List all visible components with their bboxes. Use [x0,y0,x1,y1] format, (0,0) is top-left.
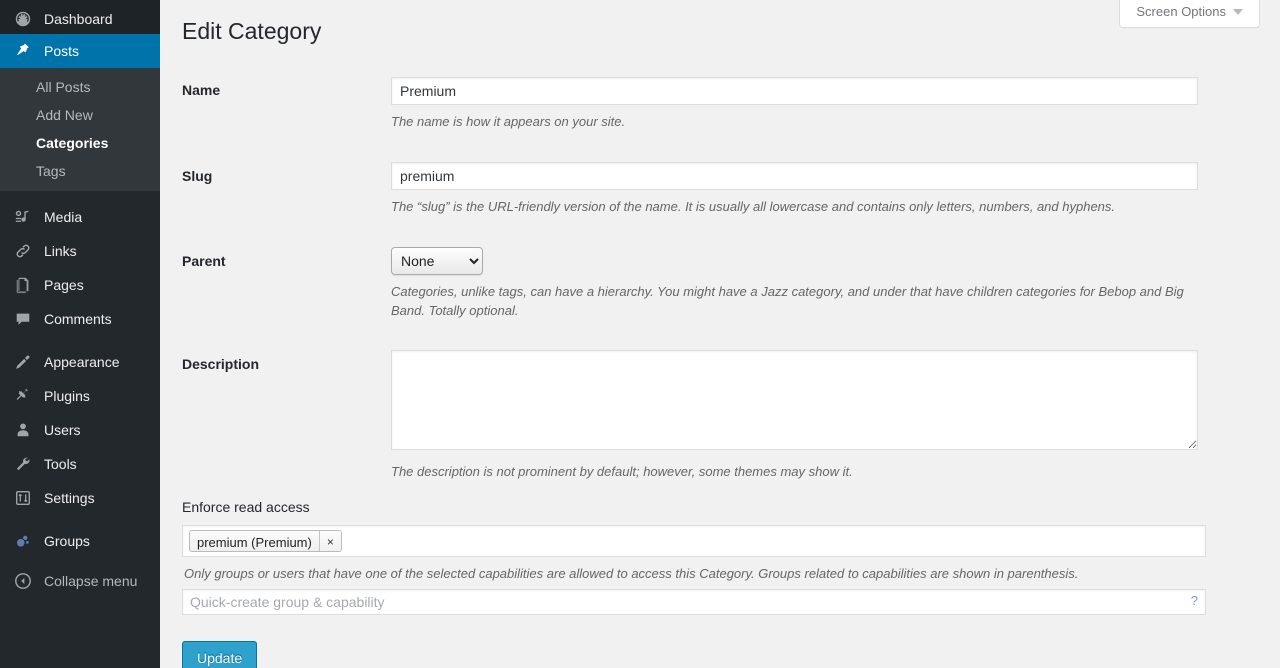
capability-chip[interactable]: premium (Premium) × [189,529,342,552]
sidebar-item-media[interactable]: Media [0,200,160,234]
sidebar-subitem-add-new[interactable]: Add New [0,101,160,129]
sidebar-subitem-label: Add New [36,107,93,123]
parent-select-wrap: None [391,246,483,275]
slug-description: The “slug” is the URL-friendly version o… [391,198,1116,214]
slug-cell: The “slug” is the URL-friendly version o… [381,147,1208,232]
help-icon[interactable]: ? [1191,593,1198,608]
sidebar-item-label: Plugins [44,388,90,404]
menu-separator [0,515,160,524]
sidebar-item-label: Pages [44,277,84,293]
sidebar-subitem-tags[interactable]: Tags [0,157,160,185]
collapse-menu-button[interactable]: Collapse menu [0,564,160,598]
sidebar-item-label: Links [44,243,77,259]
capability-chip-label: premium (Premium) [197,534,312,550]
pin-icon [13,41,33,61]
capabilities-chip-field[interactable]: premium (Premium) × [182,524,1206,557]
comments-icon [13,309,33,329]
parent-description: Categories, unlike tags, can have a hier… [391,283,1184,318]
sidebar-item-comments[interactable]: Comments [0,302,160,336]
sidebar-item-groups[interactable]: Groups [0,524,160,558]
description-textarea[interactable] [391,350,1198,451]
form-row-parent: Parent None Categories, unlike tags, can… [182,232,1208,336]
sidebar-item-label: Users [44,422,81,438]
menu-separator [0,191,160,200]
quick-create-field: ? [182,588,1206,615]
sidebar-item-label: Posts [44,43,80,59]
sidebar-item-pages[interactable]: Pages [0,268,160,302]
slug-input[interactable] [391,161,1198,190]
users-icon [13,420,33,440]
enforce-read-access-label: Enforce read access [182,499,310,516]
submit-wrap: Update [182,640,1252,668]
sidebar-subitem-categories[interactable]: Categories [0,129,160,157]
posts-submenu: All Posts Add New Categories Tags [0,68,160,191]
screen-meta-links: Screen Options [1119,0,1260,28]
sidebar-subitem-label: Tags [36,163,66,179]
sidebar-item-settings[interactable]: Settings [0,481,160,515]
sidebar-item-label: Media [44,209,83,225]
media-icon [13,207,33,227]
admin-screen: Dashboard Posts All Posts Add New Catego… [0,0,1280,668]
slug-label: Slug [182,167,213,184]
sidebar-item-label: Comments [44,311,112,327]
enforce-read-access-block: Enforce read access premium (Premium) × … [182,498,1252,615]
form-table: Name The name is how it appears on your … [182,62,1208,496]
settings-icon [13,488,33,508]
sidebar-item-label: Appearance [44,354,120,370]
sidebar-item-label: Tools [44,456,77,472]
admin-sidebar: Dashboard Posts All Posts Add New Catego… [0,0,168,668]
sidebar-item-plugins[interactable]: Plugins [0,379,160,413]
sidebar-item-tools[interactable]: Tools [0,447,160,481]
sidebar-subitem-label: Categories [36,135,109,151]
sidebar-item-users[interactable]: Users [0,413,160,447]
sidebar-subitem-label: All Posts [36,79,91,95]
collapse-menu-label: Collapse menu [44,573,138,589]
name-cell: The name is how it appears on your site. [381,62,1208,147]
edit-category-form: Name The name is how it appears on your … [182,62,1252,668]
parent-cell: None Categories, unlike tags, can have a… [381,232,1208,336]
sidebar-item-dashboard[interactable]: Dashboard [0,0,160,34]
tools-icon [13,454,33,474]
sidebar-item-posts[interactable]: Posts [0,34,168,68]
form-row-name: Name The name is how it appears on your … [182,62,1208,147]
collapse-arrow-icon [13,571,33,591]
dashboard-icon [13,9,33,29]
form-row-description: Description The description is not promi… [182,335,1208,496]
name-description: The name is how it appears on your site. [391,114,626,129]
close-icon[interactable]: × [318,530,341,551]
page-title: Edit Category [182,18,322,44]
screen-options-button[interactable]: Screen Options [1119,0,1260,28]
sidebar-item-label: Groups [44,533,90,549]
sidebar-item-links[interactable]: Links [0,234,160,268]
plugins-icon [13,386,33,406]
parent-select[interactable]: None [391,246,483,275]
update-button[interactable]: Update [182,640,258,668]
description-cell: The description is not prominent by defa… [381,335,1208,496]
pages-icon [13,275,33,295]
enforce-read-access-description: Only groups or users that have one of th… [184,565,1079,581]
parent-label: Parent [182,252,226,269]
form-row-slug: Slug The “slug” is the URL-friendly vers… [182,147,1208,232]
description-label: Description [182,356,260,373]
screen-options-label: Screen Options [1136,4,1226,19]
link-icon [13,241,33,261]
appearance-icon [13,352,33,372]
menu-separator [0,336,160,345]
sidebar-item-label: Settings [44,490,95,506]
description-help: The description is not prominent by defa… [391,463,853,479]
name-label: Name [182,82,221,98]
groups-icon [13,531,33,551]
name-input[interactable] [391,77,1198,105]
sidebar-item-label: Dashboard [44,11,113,27]
main-content: Screen Options Edit Category Name The na… [160,0,1280,668]
quick-create-input[interactable] [182,588,1206,615]
chevron-down-icon [1233,8,1243,15]
sidebar-item-appearance[interactable]: Appearance [0,345,160,379]
sidebar-subitem-all-posts[interactable]: All Posts [0,73,160,101]
